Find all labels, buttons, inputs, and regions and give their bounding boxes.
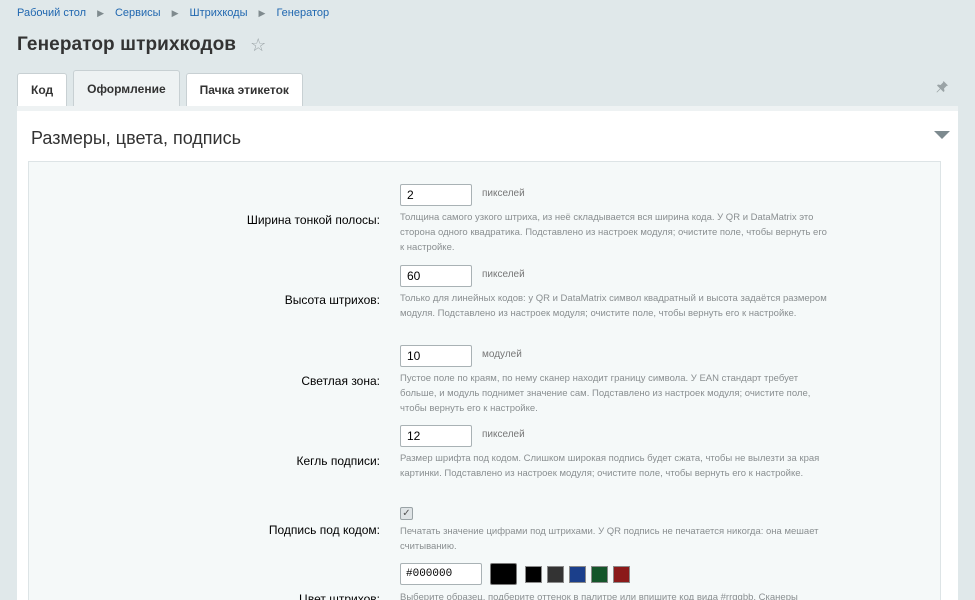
page-title-text: Генератор штрихкодов	[17, 34, 237, 55]
unit-label: пикселей	[482, 429, 525, 440]
field-hint: Печатать значение цифрами под штрихами. …	[400, 526, 819, 552]
bar-width-input[interactable]	[400, 184, 472, 206]
field-hint: Толщина самого узкого штриха, из неё скл…	[400, 212, 827, 253]
bar-height-input[interactable]	[400, 265, 472, 287]
field-label: Цвет штрихов:	[299, 592, 380, 600]
color-swatch[interactable]	[591, 566, 608, 583]
settings-panel: Размеры, цвета, подпись Ширина тонкой по…	[17, 106, 958, 600]
tab-label-batch[interactable]: Пачка этикеток	[185, 73, 303, 106]
unit-label: пикселей	[482, 269, 525, 280]
unit-label: модулей	[482, 349, 522, 360]
breadcrumb-services[interactable]: Сервисы	[115, 7, 161, 19]
star-icon[interactable]: ☆	[250, 36, 268, 54]
breadcrumb-separator-icon: ▶	[97, 7, 104, 18]
color-swatch[interactable]	[613, 566, 630, 583]
breadcrumb-separator-icon: ▶	[171, 7, 179, 18]
collapse-icon[interactable]	[934, 131, 950, 139]
bar-color-input[interactable]	[400, 563, 482, 585]
field-label: Светлая зона:	[301, 374, 380, 388]
field-label: Кегль подписи:	[296, 454, 380, 468]
tab-code[interactable]: Код	[17, 73, 68, 106]
field-label: Ширина тонкой полосы:	[246, 213, 380, 227]
field-hint: Размер шрифта под кодом. Слишком широкая…	[400, 453, 820, 479]
field-label: Высота штрихов:	[284, 293, 380, 307]
section-header[interactable]: Размеры, цвета, подпись	[17, 111, 958, 161]
field-hint: Выберите образец, подберите оттенок в па…	[400, 592, 798, 600]
section-title: Размеры, цвета, подпись	[31, 128, 241, 148]
field-hint: Только для линейных кодов: у QR и DataMa…	[400, 293, 827, 319]
color-swatches	[525, 566, 635, 583]
breadcrumb-separator-icon: ▶	[258, 7, 266, 18]
breadcrumb-desktop[interactable]: Рабочий стол	[17, 7, 86, 19]
color-swatch[interactable]	[547, 566, 564, 583]
tab-appearance[interactable]: Оформление	[73, 70, 180, 106]
color-preview[interactable]	[490, 563, 517, 585]
checkmark-icon: ✓	[402, 508, 411, 519]
field-label: Подпись под кодом:	[268, 523, 380, 537]
form-area: Ширина тонкой полосы: пикселей Толщина с…	[28, 161, 941, 600]
pin-icon[interactable]	[935, 80, 949, 94]
color-swatch[interactable]	[525, 566, 542, 583]
show-caption-checkbox[interactable]: ✓	[400, 507, 413, 520]
tab-bar: Код Оформление Пачка этикеток	[17, 70, 309, 106]
quiet-zone-input[interactable]	[400, 345, 472, 367]
page-title: Генератор штрихкодов ☆	[17, 34, 268, 56]
caption-size-input[interactable]	[400, 425, 472, 447]
breadcrumb-generator[interactable]: Генератор	[276, 7, 329, 19]
breadcrumb-barcodes[interactable]: Штрихкоды	[189, 7, 247, 19]
unit-label: пикселей	[482, 188, 525, 199]
field-hint: Пустое поле по краям, по нему сканер нах…	[400, 373, 811, 414]
color-swatch[interactable]	[569, 566, 586, 583]
breadcrumb: Рабочий стол ▶ Сервисы ▶ Штрихкоды ▶ Ген…	[17, 7, 329, 19]
